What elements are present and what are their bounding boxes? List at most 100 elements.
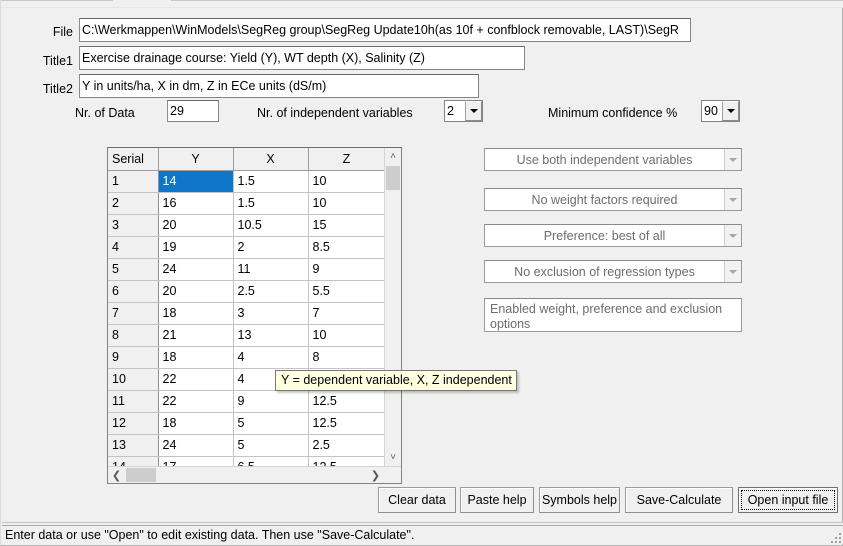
preference-option-select[interactable]: Preference: best of all xyxy=(484,224,742,247)
minimum-confidence-dropdown-button[interactable] xyxy=(722,101,739,121)
cell-z[interactable]: 8.5 xyxy=(308,236,384,259)
symbols-help-button[interactable]: Symbols help xyxy=(539,487,620,513)
cell-x[interactable]: 5 xyxy=(233,412,309,435)
cell-x[interactable]: 2.5 xyxy=(233,280,309,303)
scroll-down-icon[interactable]: ˅ xyxy=(385,449,401,466)
table-row[interactable]: 4 19 2 8.5 xyxy=(108,236,384,259)
cell-serial[interactable]: 9 xyxy=(108,346,159,369)
vertical-scrollbar-thumb[interactable] xyxy=(386,166,400,190)
cell-serial[interactable]: 10 xyxy=(108,368,159,391)
cell-serial[interactable]: 2 xyxy=(108,192,159,215)
table-row[interactable]: 11 22 9 12.5 xyxy=(108,390,384,413)
cell-y[interactable]: 16 xyxy=(158,192,234,215)
nr-independent-variables-select[interactable]: 2 xyxy=(444,100,483,122)
weight-factors-option-select[interactable]: No weight factors required xyxy=(484,188,742,211)
weight-factors-option-dropdown-button[interactable] xyxy=(724,189,741,210)
cell-z[interactable]: 10 xyxy=(308,324,384,347)
cell-y[interactable]: 24 xyxy=(158,434,234,457)
cell-z[interactable]: 5.5 xyxy=(308,280,384,303)
cell-x[interactable]: 2 xyxy=(233,236,309,259)
title1-input[interactable]: Exercise drainage course: Yield (Y), WT … xyxy=(79,46,525,70)
table-row[interactable]: 7 18 3 7 xyxy=(108,302,384,325)
cell-z[interactable]: 2.5 xyxy=(308,434,384,457)
column-header-serial[interactable]: Serial xyxy=(108,148,159,171)
table-row[interactable]: 5 24 11 9 xyxy=(108,258,384,281)
cell-y[interactable]: 24 xyxy=(158,258,234,281)
table-row[interactable]: 12 18 5 12.5 xyxy=(108,412,384,435)
table-row[interactable]: 14176.512.5 xyxy=(108,456,384,466)
table-row[interactable]: 9 18 4 8 xyxy=(108,346,384,369)
cell-serial[interactable]: 3 xyxy=(108,214,159,237)
cell-x[interactable]: 6.5 xyxy=(233,456,309,466)
cell-x[interactable]: 10.5 xyxy=(233,214,309,237)
cell-z[interactable]: 7 xyxy=(308,302,384,325)
exclusion-option-select[interactable]: No exclusion of regression types xyxy=(484,260,742,283)
column-header-x[interactable]: X xyxy=(233,148,309,171)
cell-y[interactable]: 18 xyxy=(158,412,234,435)
cell-serial[interactable]: 6 xyxy=(108,280,159,303)
data-grid[interactable]: Serial Y X Z 1 14 1.5 10 2 16 1.5 10 3 20 10.5 15 4 1… xyxy=(107,147,402,484)
cell-x[interactable]: 4 xyxy=(233,346,309,369)
cell-serial[interactable]: 11 xyxy=(108,390,159,413)
save-calculate-button[interactable]: Save-Calculate xyxy=(625,487,733,513)
open-input-file-button[interactable]: Open input file xyxy=(738,487,838,513)
cell-z[interactable]: 12.5 xyxy=(308,456,384,466)
cell-y[interactable]: 21 xyxy=(158,324,234,347)
table-row[interactable]: 8 21 13 10 xyxy=(108,324,384,347)
cell-x[interactable]: 1.5 xyxy=(233,170,309,193)
scroll-right-icon[interactable]: ❯ xyxy=(367,467,384,483)
cell-x[interactable]: 13 xyxy=(233,324,309,347)
cell-z[interactable]: 15 xyxy=(308,214,384,237)
cell-y[interactable]: 18 xyxy=(158,302,234,325)
cell-z[interactable]: 9 xyxy=(308,258,384,281)
cell-z[interactable]: 10 xyxy=(308,170,384,193)
table-row[interactable]: 2 16 1.5 10 xyxy=(108,192,384,215)
cell-serial[interactable]: 4 xyxy=(108,236,159,259)
cell-serial[interactable]: 7 xyxy=(108,302,159,325)
horizontal-scrollbar-thumb[interactable] xyxy=(126,468,156,482)
column-header-y[interactable]: Y xyxy=(158,148,234,171)
cell-y[interactable]: 22 xyxy=(158,390,234,413)
cell-y[interactable]: 14 xyxy=(158,170,234,193)
cell-x[interactable]: 1.5 xyxy=(233,192,309,215)
paste-help-button[interactable]: Paste help xyxy=(460,487,534,513)
independent-variables-option-dropdown-button[interactable] xyxy=(724,149,741,170)
grid-vertical-scrollbar[interactable]: ˄ ˅ xyxy=(384,148,401,466)
cell-z[interactable]: 12.5 xyxy=(308,412,384,435)
column-header-z[interactable]: Z xyxy=(308,148,384,171)
cell-serial[interactable]: 13 xyxy=(108,434,159,457)
cell-y[interactable]: 18 xyxy=(158,346,234,369)
table-row[interactable]: 13 24 5 2.5 xyxy=(108,434,384,457)
cell-y[interactable]: 19 xyxy=(158,236,234,259)
table-row[interactable]: 3 20 10.5 15 xyxy=(108,214,384,237)
cell-x[interactable]: 9 xyxy=(233,390,309,413)
exclusion-option-dropdown-button[interactable] xyxy=(724,261,741,282)
minimum-confidence-select[interactable]: 90 xyxy=(701,100,740,122)
cell-serial[interactable]: 14 xyxy=(108,456,159,466)
file-path-input[interactable]: C:\Werkmappen\WinModels\SegReg group\Seg… xyxy=(79,18,691,42)
cell-serial[interactable]: 12 xyxy=(108,412,159,435)
cell-y[interactable]: 20 xyxy=(158,280,234,303)
cell-y[interactable]: 22 xyxy=(158,368,234,391)
scroll-up-icon[interactable]: ˄ xyxy=(385,148,401,165)
grid-horizontal-scrollbar[interactable]: ❮ ❯ xyxy=(108,466,401,483)
cell-x[interactable]: 11 xyxy=(233,258,309,281)
cell-x[interactable]: 3 xyxy=(233,302,309,325)
cell-y[interactable]: 17 xyxy=(158,456,234,466)
preference-option-dropdown-button[interactable] xyxy=(724,225,741,246)
resize-grip-icon[interactable] xyxy=(827,529,841,543)
cell-serial[interactable]: 5 xyxy=(108,258,159,281)
table-row[interactable]: 1 14 1.5 10 xyxy=(108,170,384,193)
cell-serial[interactable]: 8 xyxy=(108,324,159,347)
cell-y[interactable]: 20 xyxy=(158,214,234,237)
clear-data-button[interactable]: Clear data xyxy=(378,487,456,513)
title2-input[interactable]: Y in units/ha, X in dm, Z in ECe units (… xyxy=(79,74,479,98)
independent-variables-option-select[interactable]: Use both independent variables xyxy=(484,148,742,171)
cell-z[interactable]: 8 xyxy=(308,346,384,369)
cell-serial[interactable]: 1 xyxy=(108,170,159,193)
cell-z[interactable]: 10 xyxy=(308,192,384,215)
scroll-left-icon[interactable]: ❮ xyxy=(108,467,125,483)
cell-x[interactable]: 5 xyxy=(233,434,309,457)
nr-of-data-input[interactable]: 29 xyxy=(167,100,219,122)
cell-z[interactable]: 12.5 xyxy=(308,390,384,413)
